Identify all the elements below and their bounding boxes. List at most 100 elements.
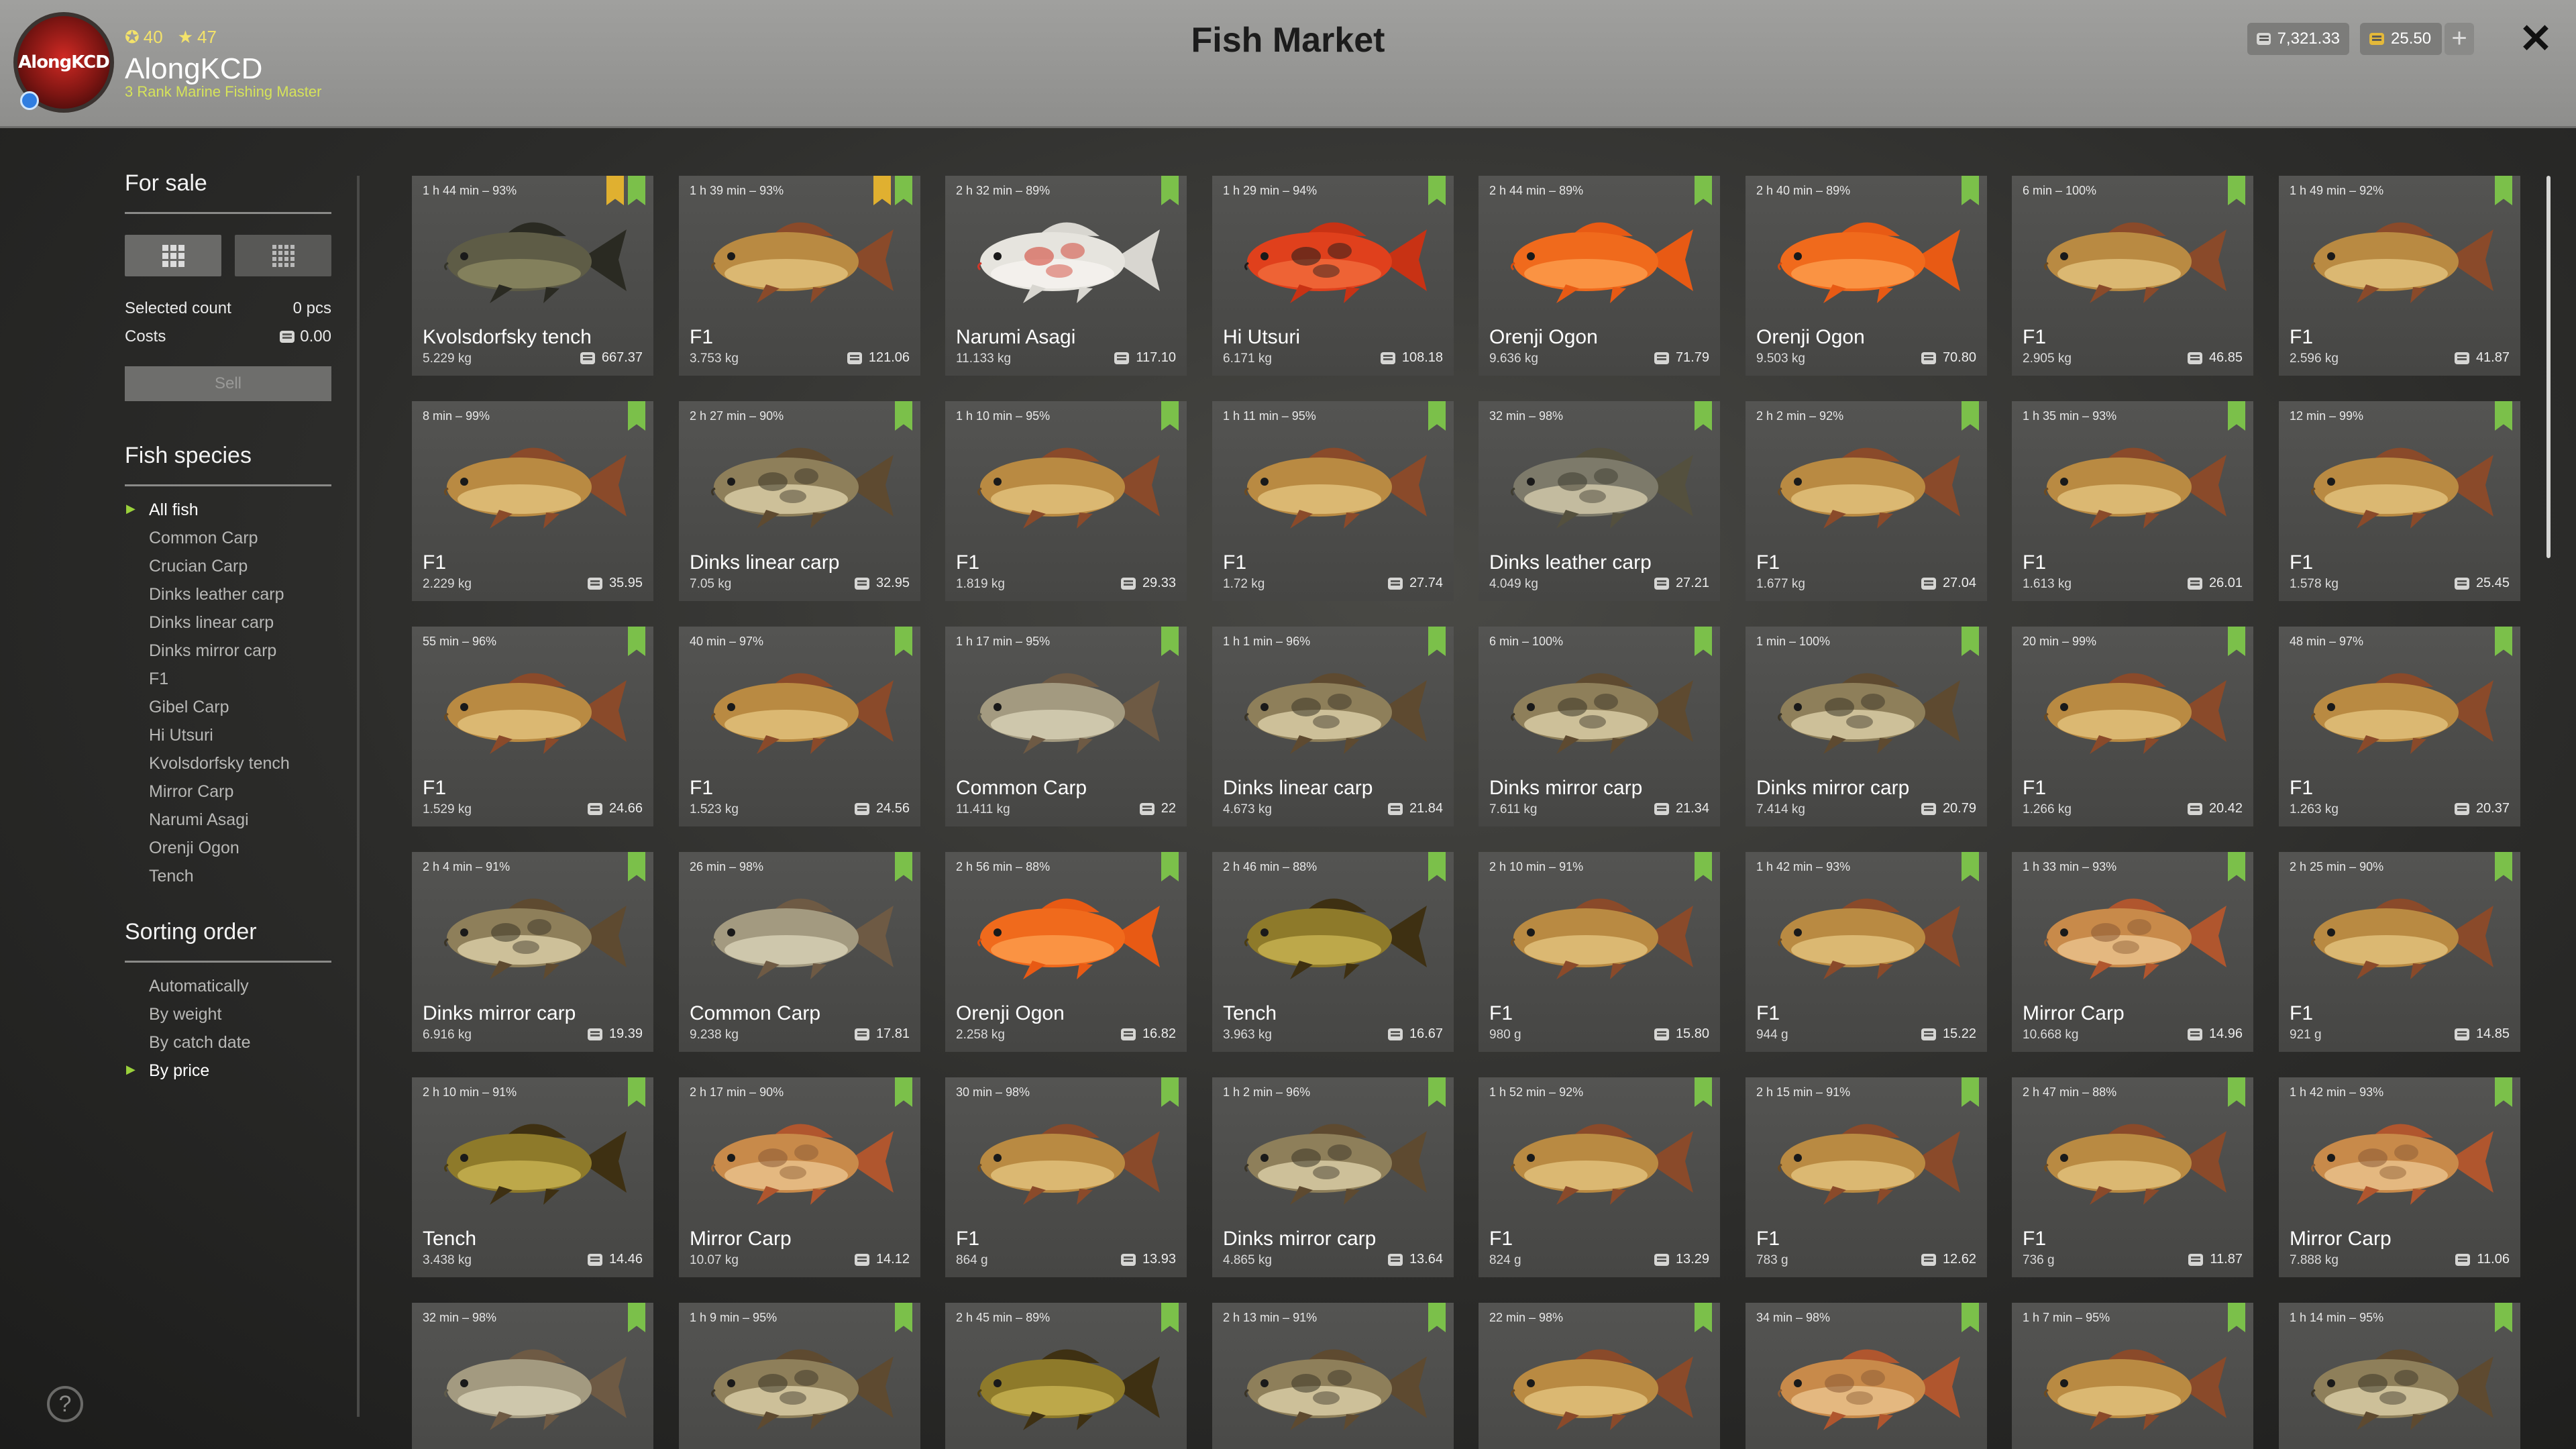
- select-bookmark-icon[interactable]: [628, 176, 645, 205]
- sort-item-by-price[interactable]: By price: [126, 1061, 250, 1089]
- fish-card[interactable]: 1 h 49 min – 92% F1 2.596 kg 41.87: [2279, 176, 2520, 376]
- large-grid-view-button[interactable]: [125, 235, 221, 276]
- select-bookmark-icon[interactable]: [2228, 176, 2245, 205]
- species-item-narumi-asagi[interactable]: Narumi Asagi: [149, 810, 290, 839]
- fish-card[interactable]: 2 h 40 min – 89% Orenji Ogon 9.503 kg 70.8…: [1746, 176, 1987, 376]
- select-bookmark-icon[interactable]: [1695, 1077, 1712, 1107]
- fish-card[interactable]: 20 min – 99% F1 1.266 kg 20.42: [2012, 627, 2253, 826]
- select-bookmark-icon[interactable]: [1962, 176, 1979, 205]
- fish-card[interactable]: 2 h 13 min – 91%: [1212, 1303, 1454, 1449]
- select-bookmark-icon[interactable]: [895, 1077, 912, 1107]
- fish-card[interactable]: 1 h 11 min – 95% F1 1.72 kg 27.74: [1212, 401, 1454, 601]
- small-grid-view-button[interactable]: [235, 235, 331, 276]
- fish-card[interactable]: 2 h 17 min – 90% Mirror Carp 10.07 kg 14.1…: [679, 1077, 920, 1277]
- sort-item-by-catch-date[interactable]: By catch date: [149, 1033, 250, 1061]
- select-bookmark-icon[interactable]: [2495, 627, 2512, 656]
- select-bookmark-icon[interactable]: [1161, 1077, 1179, 1107]
- select-bookmark-icon[interactable]: [628, 627, 645, 656]
- fish-card[interactable]: 2 h 27 min – 90% Dinks linear carp 7.05 k…: [679, 401, 920, 601]
- fish-card[interactable]: 1 h 42 min – 93% Mirror Carp 7.888 kg 11.0…: [2279, 1077, 2520, 1277]
- fish-card[interactable]: 1 min – 100% Dinks mirror carp 7.414 kg 20…: [1746, 627, 1987, 826]
- select-bookmark-icon[interactable]: [1428, 1077, 1446, 1107]
- select-bookmark-icon[interactable]: [1695, 627, 1712, 656]
- species-item-f1[interactable]: F1: [149, 669, 290, 698]
- fish-card[interactable]: 1 h 29 min – 94% Hi Utsuri 6.171 kg 108.18: [1212, 176, 1454, 376]
- fish-card[interactable]: 32 min – 98%: [412, 1303, 653, 1449]
- select-bookmark-icon[interactable]: [1962, 401, 1979, 431]
- fish-card[interactable]: 1 h 2 min – 96% Dinks mirror carp 4.865 k…: [1212, 1077, 1454, 1277]
- fish-card[interactable]: 1 h 9 min – 95%: [679, 1303, 920, 1449]
- fish-card[interactable]: 1 h 35 min – 93% F1 1.613 kg 26.01: [2012, 401, 2253, 601]
- select-bookmark-icon[interactable]: [1962, 1077, 1979, 1107]
- select-bookmark-icon[interactable]: [895, 1303, 912, 1332]
- fish-card[interactable]: 1 h 17 min – 95% Common Carp 11.411 kg 22: [945, 627, 1187, 826]
- fish-card[interactable]: 2 h 46 min – 88% Tench 3.963 kg 16.67: [1212, 852, 1454, 1052]
- species-item-dinks-linear-carp[interactable]: Dinks linear carp: [149, 613, 290, 641]
- select-bookmark-icon[interactable]: [2228, 627, 2245, 656]
- fish-card[interactable]: 30 min – 98% F1 864 g 13.93: [945, 1077, 1187, 1277]
- fish-card[interactable]: 48 min – 97% F1 1.263 kg 20.37: [2279, 627, 2520, 826]
- select-bookmark-icon[interactable]: [628, 401, 645, 431]
- fish-card[interactable]: 1 h 44 min – 93% Kvolsdorfsky tench 5.229…: [412, 176, 653, 376]
- select-bookmark-icon[interactable]: [1161, 401, 1179, 431]
- select-bookmark-icon[interactable]: [895, 627, 912, 656]
- fish-card[interactable]: 2 h 10 min – 91% Tench 3.438 kg 14.46: [412, 1077, 653, 1277]
- select-bookmark-icon[interactable]: [2228, 401, 2245, 431]
- select-bookmark-icon[interactable]: [2228, 1303, 2245, 1332]
- sell-button[interactable]: Sell: [125, 366, 331, 401]
- add-currency-button[interactable]: +: [2445, 23, 2474, 55]
- species-item-mirror-carp[interactable]: Mirror Carp: [149, 782, 290, 810]
- species-item-hi-utsuri[interactable]: Hi Utsuri: [149, 726, 290, 754]
- select-bookmark-icon[interactable]: [1161, 176, 1179, 205]
- select-bookmark-icon[interactable]: [1962, 627, 1979, 656]
- select-bookmark-icon[interactable]: [628, 852, 645, 881]
- fish-card[interactable]: 1 h 1 min – 96% Dinks linear carp 4.673 k…: [1212, 627, 1454, 826]
- species-item-all-fish[interactable]: All fish: [126, 500, 290, 529]
- fish-card[interactable]: 12 min – 99% F1 1.578 kg 25.45: [2279, 401, 2520, 601]
- fish-card[interactable]: 2 h 32 min – 89% Narumi Asagi 11.133 kg 11…: [945, 176, 1187, 376]
- select-bookmark-icon[interactable]: [1161, 1303, 1179, 1332]
- species-item-gibel-carp[interactable]: Gibel Carp: [149, 698, 290, 726]
- fish-card[interactable]: 2 h 25 min – 90% F1 921 g 14.85: [2279, 852, 2520, 1052]
- species-item-dinks-mirror-carp[interactable]: Dinks mirror carp: [149, 641, 290, 669]
- sort-item-automatically[interactable]: Automatically: [149, 977, 250, 1005]
- select-bookmark-icon[interactable]: [2495, 1303, 2512, 1332]
- favorite-bookmark-icon[interactable]: [873, 176, 891, 205]
- fish-card[interactable]: 1 h 33 min – 93% Mirror Carp 10.668 kg 14.…: [2012, 852, 2253, 1052]
- select-bookmark-icon[interactable]: [895, 852, 912, 881]
- select-bookmark-icon[interactable]: [2228, 1077, 2245, 1107]
- help-button[interactable]: ?: [47, 1386, 83, 1422]
- fish-card[interactable]: 2 h 47 min – 88% F1 736 g 11.87: [2012, 1077, 2253, 1277]
- select-bookmark-icon[interactable]: [1962, 852, 1979, 881]
- fish-card[interactable]: 1 h 42 min – 93% F1 944 g 15.22: [1746, 852, 1987, 1052]
- select-bookmark-icon[interactable]: [1428, 852, 1446, 881]
- scrollbar[interactable]: [2546, 176, 2551, 558]
- fish-card[interactable]: 2 h 45 min – 89%: [945, 1303, 1187, 1449]
- select-bookmark-icon[interactable]: [895, 401, 912, 431]
- species-item-crucian-carp[interactable]: Crucian Carp: [149, 557, 290, 585]
- fish-card[interactable]: 6 min – 100% F1 2.905 kg 46.85: [2012, 176, 2253, 376]
- fish-card[interactable]: 2 h 10 min – 91% F1 980 g 15.80: [1479, 852, 1720, 1052]
- select-bookmark-icon[interactable]: [895, 176, 912, 205]
- fish-card[interactable]: 1 h 14 min – 95%: [2279, 1303, 2520, 1449]
- select-bookmark-icon[interactable]: [2228, 852, 2245, 881]
- select-bookmark-icon[interactable]: [1428, 176, 1446, 205]
- select-bookmark-icon[interactable]: [1695, 852, 1712, 881]
- fish-card[interactable]: 22 min – 98%: [1479, 1303, 1720, 1449]
- select-bookmark-icon[interactable]: [1161, 627, 1179, 656]
- fish-card[interactable]: 6 min – 100% Dinks mirror carp 7.611 kg 21…: [1479, 627, 1720, 826]
- fish-card[interactable]: 8 min – 99% F1 2.229 kg 35.95: [412, 401, 653, 601]
- select-bookmark-icon[interactable]: [628, 1077, 645, 1107]
- select-bookmark-icon[interactable]: [1962, 1303, 1979, 1332]
- fish-card[interactable]: 2 h 15 min – 91% F1 783 g 12.62: [1746, 1077, 1987, 1277]
- species-item-kvolsdorfsky-tench[interactable]: Kvolsdorfsky tench: [149, 754, 290, 782]
- fish-card[interactable]: 26 min – 98% Common Carp 9.238 kg 17.81: [679, 852, 920, 1052]
- fish-card[interactable]: 1 h 39 min – 93% F1 3.753 kg 121.06: [679, 176, 920, 376]
- select-bookmark-icon[interactable]: [1695, 401, 1712, 431]
- fish-card[interactable]: 55 min – 96% F1 1.529 kg 24.66: [412, 627, 653, 826]
- select-bookmark-icon[interactable]: [1428, 1303, 1446, 1332]
- select-bookmark-icon[interactable]: [1428, 627, 1446, 656]
- close-button[interactable]: ✕: [2517, 19, 2555, 59]
- species-item-common-carp[interactable]: Common Carp: [149, 529, 290, 557]
- species-item-dinks-leather-carp[interactable]: Dinks leather carp: [149, 585, 290, 613]
